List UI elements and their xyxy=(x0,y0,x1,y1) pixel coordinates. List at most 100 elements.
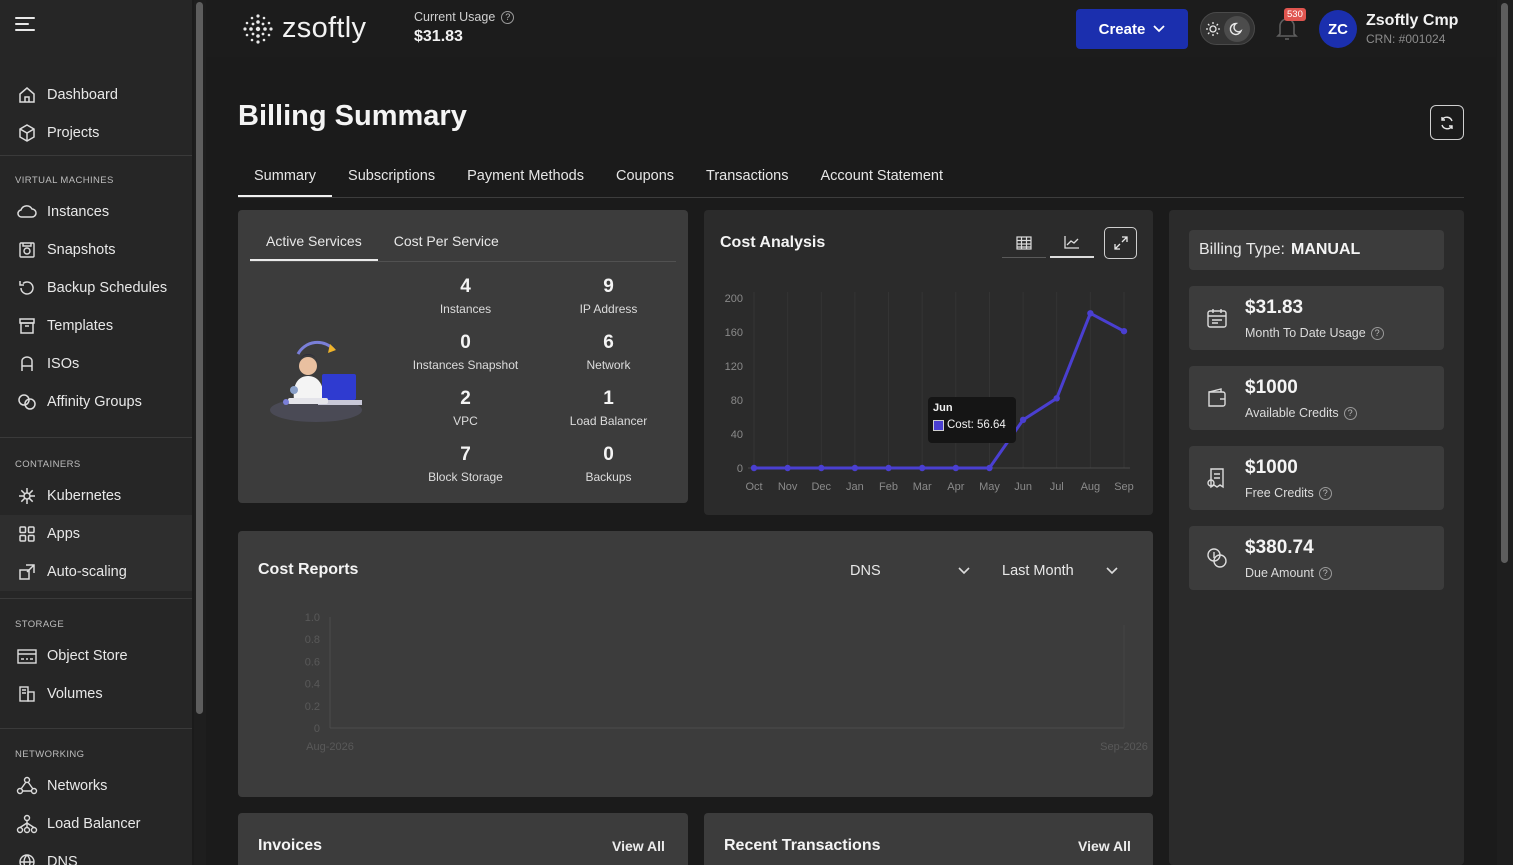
stat-label: Due Amount? xyxy=(1245,566,1332,580)
cost-reports-chart[interactable]: 0 0.2 0.4 0.6 0.8 1.0 Aug-2026 Sep-2026 xyxy=(238,531,1153,797)
sidebar-item-affinity-groups[interactable]: Affinity Groups xyxy=(0,383,192,421)
stat-label-text: Free Credits xyxy=(1245,486,1314,500)
main-scrollbar[interactable] xyxy=(1497,0,1513,865)
data-point xyxy=(1087,310,1094,317)
x-tick-label: Apr xyxy=(947,481,964,493)
y-tick-label: 0.8 xyxy=(305,634,320,646)
sidebar-divider xyxy=(0,728,192,729)
tab-account-statement[interactable]: Account Statement xyxy=(804,158,959,197)
invoices-card: Invoices View All xyxy=(238,813,688,865)
sidebar-divider xyxy=(0,437,192,438)
recent-transactions-view-all-link[interactable]: View All xyxy=(1078,838,1131,854)
service-stat-network: 6 Network xyxy=(537,332,680,378)
stat-available-credits: $1000 Available Credits? xyxy=(1189,366,1444,430)
sidebar-item-apps[interactable]: Apps xyxy=(0,515,192,553)
stat-label: Available Credits? xyxy=(1245,406,1357,420)
data-point xyxy=(1019,416,1027,424)
main-scrollbar-thumb[interactable] xyxy=(1501,3,1508,563)
tab-cost-per-service[interactable]: Cost Per Service xyxy=(378,224,515,261)
sidebar-item-instances[interactable]: Instances xyxy=(0,193,192,231)
tab-transactions[interactable]: Transactions xyxy=(690,158,804,197)
sidebar-item-templates[interactable]: Templates xyxy=(0,307,192,345)
tooltip-value: Cost: 56.64 xyxy=(947,419,1006,431)
sidebar-item-dashboard[interactable]: Dashboard xyxy=(0,76,192,114)
cost-reports-card: Cost Reports DNS Last Month 0 0.2 0.4 0.6 0.… xyxy=(238,531,1153,797)
help-icon[interactable]: ? xyxy=(1370,326,1384,340)
refresh-icon xyxy=(1441,116,1453,129)
sidebar-item-label: Projects xyxy=(47,125,100,141)
sidebar-item-label: Auto-scaling xyxy=(47,564,127,580)
sidebar-item-networks[interactable]: Networks xyxy=(0,767,192,805)
sidebar-item-kubernetes[interactable]: Kubernetes xyxy=(0,477,192,515)
sidebar-item-label: Kubernetes xyxy=(47,488,122,504)
help-icon[interactable]: ? xyxy=(1318,486,1332,500)
tab-summary[interactable]: Summary xyxy=(238,158,333,197)
current-usage-value: $31.83 xyxy=(414,28,463,45)
sidebar-item-object-store[interactable]: Object Store xyxy=(0,637,192,675)
avatar[interactable]: ZC xyxy=(1319,10,1357,48)
sidebar-item-volumes[interactable]: Volumes xyxy=(0,675,192,713)
moon-toggle-knob xyxy=(1223,15,1250,42)
sidebar-item-label: Affinity Groups xyxy=(47,394,142,410)
sidebar-item-auto-scaling[interactable]: Auto-scaling xyxy=(0,553,192,591)
chart-tooltip: Jun Cost: 56.64 xyxy=(928,397,1016,443)
sidebar-item-isos[interactable]: ISOs xyxy=(0,345,192,383)
sidebar-item-load-balancer[interactable]: Load Balancer xyxy=(0,805,192,843)
create-button[interactable]: Create xyxy=(1076,9,1188,49)
tab-coupons[interactable]: Coupons xyxy=(600,158,690,197)
invoices-view-all-link[interactable]: View All xyxy=(612,838,665,854)
sidebar-divider xyxy=(0,155,192,156)
hamburger-menu-icon[interactable] xyxy=(15,17,35,33)
data-point xyxy=(784,464,791,472)
stat-free-credits: $1000 Free Credits? xyxy=(1189,446,1444,510)
cost-analysis-card: Cost Analysis Oct Nov Dec Jan Feb Mar Apr May Ju… xyxy=(704,210,1153,515)
sidebar-top-group: Dashboard Projects xyxy=(0,76,192,152)
sidebar-item-projects[interactable]: Projects xyxy=(0,114,192,152)
y-tick-label: 40 xyxy=(731,429,743,441)
service-stat-label: Load Balancer xyxy=(569,414,648,428)
object-store-icon xyxy=(16,645,38,667)
x-tick-label: Sep-2026 xyxy=(1100,741,1148,753)
sidebar-scrollbar-thumb[interactable] xyxy=(196,2,203,714)
current-usage-label: Current Usage ? xyxy=(414,10,515,24)
sidebar-item-snapshots[interactable]: Snapshots xyxy=(0,231,192,269)
tooltip-row: Cost: 56.64 xyxy=(933,419,1011,431)
service-stat-backups: 0 Backups xyxy=(537,444,680,490)
tab-payment-methods[interactable]: Payment Methods xyxy=(451,158,600,197)
notification-count-badge: 530 xyxy=(1284,8,1306,21)
logo-text: zsoftly xyxy=(282,12,367,44)
user-name[interactable]: Zsoftly Cmp xyxy=(1366,12,1458,30)
x-tick-label: Feb xyxy=(879,481,898,493)
services-grid: 4 Instances 9 IP Address 0 Instances Snapsh… xyxy=(394,276,680,490)
data-point xyxy=(918,464,926,472)
create-button-label: Create xyxy=(1098,20,1146,38)
sidebar-item-backup-schedules[interactable]: Backup Schedules xyxy=(0,269,192,307)
tab-subscriptions[interactable]: Subscriptions xyxy=(332,158,451,197)
help-icon[interactable]: ? xyxy=(1343,406,1357,420)
cost-analysis-chart[interactable]: Oct Nov Dec Jan Feb Mar Apr May Jun Jul Aug Sep 0 40 8… xyxy=(704,210,1153,515)
sidebar-item-dns[interactable]: DNS xyxy=(0,843,192,865)
sidebar-scrollbar[interactable] xyxy=(194,0,206,865)
tab-active-services[interactable]: Active Services xyxy=(250,224,378,261)
services-tabs: Active Services Cost Per Service xyxy=(250,224,676,262)
help-icon[interactable]: ? xyxy=(501,10,515,24)
y-tick-label: 0.6 xyxy=(305,656,320,668)
sidebar-section-containers: CONTAINERS Kubernetes Apps Auto-scaling xyxy=(0,458,192,591)
chevron-down-icon xyxy=(1153,25,1165,33)
volumes-icon xyxy=(16,683,38,705)
calendar-icon xyxy=(1207,309,1227,328)
logo[interactable]: zsoftly xyxy=(242,12,366,45)
service-stat-value: 7 xyxy=(460,444,471,465)
sidebar-item-label: Dashboard xyxy=(47,87,118,103)
stat-label-text: Due Amount xyxy=(1245,566,1314,580)
wallet-icon xyxy=(1208,388,1226,407)
help-icon[interactable]: ? xyxy=(1318,566,1332,580)
sidebar-item-label: Instances xyxy=(47,204,110,220)
topbar: zsoftly Current Usage ? $31.83 Create 53… xyxy=(206,0,1496,57)
refresh-button[interactable] xyxy=(1430,105,1464,140)
y-tick-label: 160 xyxy=(725,327,743,339)
stat-due-amount: $380.74 Due Amount? xyxy=(1189,526,1444,590)
moon-icon xyxy=(1229,22,1243,35)
network-icon xyxy=(16,775,38,797)
theme-toggle[interactable] xyxy=(1200,12,1255,45)
